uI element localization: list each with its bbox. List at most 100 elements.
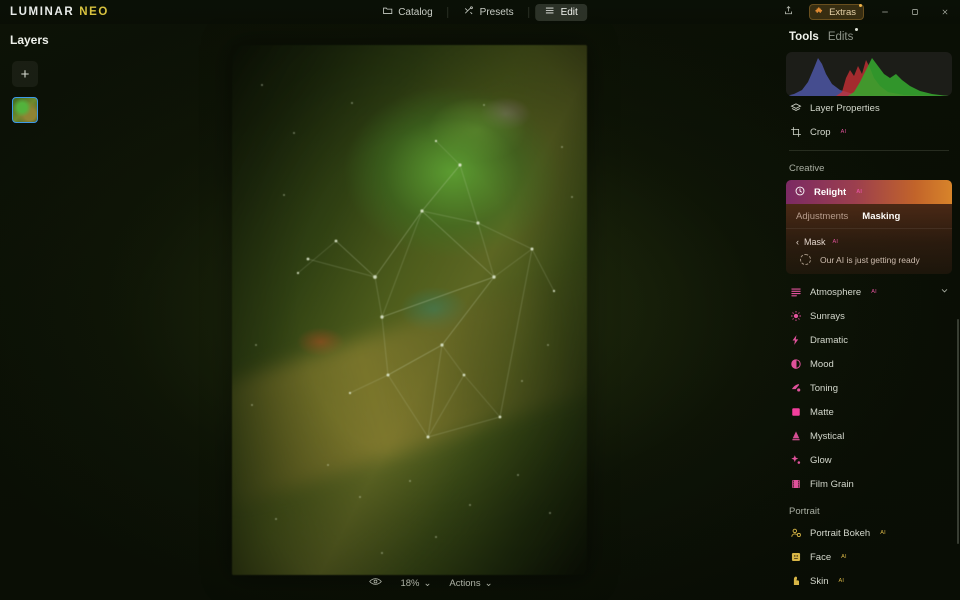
sub-tab-masking[interactable]: Masking: [862, 211, 900, 222]
tool-mystical-label: Mystical: [810, 430, 845, 442]
ai-badge: AI: [871, 289, 877, 295]
nav-tab-presets[interactable]: Presets: [455, 4, 523, 21]
luminar-neo-window: LUMINAR NEO Catalog Presets Edit Extras …: [0, 0, 960, 600]
ai-badge: AI: [832, 239, 839, 245]
atmosphere-icon: [789, 286, 802, 298]
sliders-icon: [545, 5, 556, 19]
extras-button-label: Extras: [829, 6, 856, 18]
photo-preview[interactable]: [232, 45, 587, 575]
layers-panel-title: Layers: [10, 33, 49, 47]
relight-tool-label: Relight: [814, 186, 847, 198]
mask-label: Mask: [804, 237, 826, 247]
face-icon: [789, 551, 802, 563]
section-header-creative: Creative: [789, 163, 825, 174]
tool-toning[interactable]: Toning: [778, 376, 960, 400]
tool-crop[interactable]: Crop AI: [778, 120, 960, 144]
tool-dramatic[interactable]: Dramatic: [778, 328, 960, 352]
tool-sunrays[interactable]: Sunrays: [778, 304, 960, 328]
tool-skin[interactable]: Skin AI: [778, 569, 960, 593]
visibility-toggle-button[interactable]: [369, 576, 383, 590]
tool-glow-label: Glow: [810, 454, 832, 466]
mask-back-row[interactable]: ‹ Mask AI: [786, 229, 952, 247]
chevron-left-icon: ‹: [796, 237, 799, 247]
tool-portrait-bokeh[interactable]: Portrait Bokeh AI: [778, 521, 960, 545]
layer-thumbnail[interactable]: [12, 97, 38, 123]
tool-matte[interactable]: Matte: [778, 400, 960, 424]
share-export-button[interactable]: [773, 0, 803, 24]
tool-face-label: Face: [810, 551, 832, 563]
plus-icon: +: [20, 65, 30, 83]
loading-spinner-icon: [800, 254, 811, 265]
ai-loading-status: Our AI is just getting ready: [786, 247, 952, 265]
ai-badge: AI: [841, 554, 847, 560]
close-button[interactable]: [930, 0, 960, 24]
layers-panel: Layers +: [0, 24, 84, 600]
tool-portrait-bokeh-label: Portrait Bokeh: [810, 527, 871, 539]
tool-mood-label: Mood: [810, 358, 834, 370]
tab-tools-label: Tools: [789, 31, 819, 43]
tab-edits-label: Edits: [827, 31, 854, 43]
dramatic-icon: [789, 334, 802, 346]
sub-tab-adjustments[interactable]: Adjustments: [796, 211, 848, 222]
tool-film-grain[interactable]: Film Grain: [778, 472, 960, 496]
tool-face[interactable]: Face AI: [778, 545, 960, 569]
nav-tab-catalog-label: Catalog: [398, 6, 433, 18]
title-bar: LUMINAR NEO Catalog Presets Edit Extras: [0, 0, 960, 24]
tab-edits[interactable]: Edits: [827, 28, 859, 43]
add-layer-button[interactable]: +: [12, 61, 38, 87]
tool-mystical[interactable]: Mystical: [778, 424, 960, 448]
tool-crop-label: Crop: [810, 126, 831, 138]
ai-badge: AI: [856, 189, 863, 195]
matte-icon: [789, 406, 802, 418]
tool-film-grain-label: Film Grain: [810, 478, 854, 490]
relight-icon: [794, 185, 806, 200]
portrait-bokeh-icon: [789, 527, 802, 539]
nav-tab-edit[interactable]: Edit: [535, 3, 587, 21]
main-nav: Catalog Presets Edit: [373, 0, 587, 24]
layers-icon: [789, 102, 802, 114]
canvas-bottom-toolbar: 18% ⌄ Actions ⌄: [84, 572, 778, 594]
actions-menu-button[interactable]: Actions ⌄: [449, 578, 492, 589]
chevron-down-icon[interactable]: [940, 286, 949, 298]
folder-icon: [382, 5, 393, 19]
tool-glow[interactable]: Glow: [778, 448, 960, 472]
tool-toning-label: Toning: [810, 382, 838, 394]
actions-menu-label: Actions: [449, 577, 481, 589]
logo-accent-text: NEO: [79, 6, 109, 18]
tools-panel-scrollbar[interactable]: [957, 319, 959, 544]
tool-atmosphere[interactable]: Atmosphere AI: [778, 280, 960, 304]
tool-layer-properties[interactable]: Layer Properties: [778, 96, 960, 120]
extras-badge-dot: [859, 4, 862, 7]
tool-matte-label: Matte: [810, 406, 834, 418]
minimize-button[interactable]: [870, 0, 900, 24]
tab-tools[interactable]: Tools: [789, 31, 819, 43]
tools-panel-tabs: Tools Edits: [778, 24, 960, 43]
mood-icon: [789, 358, 802, 370]
ai-badge: AI: [840, 129, 847, 135]
tools-panel: Tools Edits Layer Properties Crop AI Cre…: [778, 24, 960, 600]
nav-tab-catalog[interactable]: Catalog: [373, 4, 441, 21]
zoom-level-control[interactable]: 18% ⌄: [400, 578, 431, 589]
presets-icon: [464, 5, 475, 19]
app-logo: LUMINAR NEO: [10, 6, 109, 18]
tool-mood[interactable]: Mood: [778, 352, 960, 376]
nav-tab-presets-label: Presets: [479, 6, 514, 18]
chevron-down-icon: ⌄: [423, 577, 432, 589]
film-grain-icon: [789, 478, 802, 490]
extras-button[interactable]: Extras: [809, 4, 864, 20]
logo-main-text: LUMINAR: [10, 6, 75, 18]
sub-tab-masking-label: Masking: [862, 211, 901, 222]
nav-divider-1: [447, 6, 449, 18]
active-tool-relight: Relight AI Adjustments Masking ‹ Mask AI: [778, 180, 960, 274]
zoom-level-value: 18%: [400, 577, 420, 589]
ai-loading-text: Our AI is just getting ready: [820, 254, 920, 265]
toning-icon: [789, 382, 802, 394]
ai-badge: AI: [880, 530, 886, 536]
window-right-controls: Extras: [773, 0, 960, 24]
chevron-down-icon: ⌄: [484, 577, 493, 589]
relight-tool-header[interactable]: Relight AI: [786, 180, 952, 204]
canvas-area: 18% ⌄ Actions ⌄: [84, 24, 778, 600]
glow-icon: [789, 454, 802, 466]
maximize-button[interactable]: [900, 0, 930, 24]
sunrays-icon: [789, 310, 802, 322]
